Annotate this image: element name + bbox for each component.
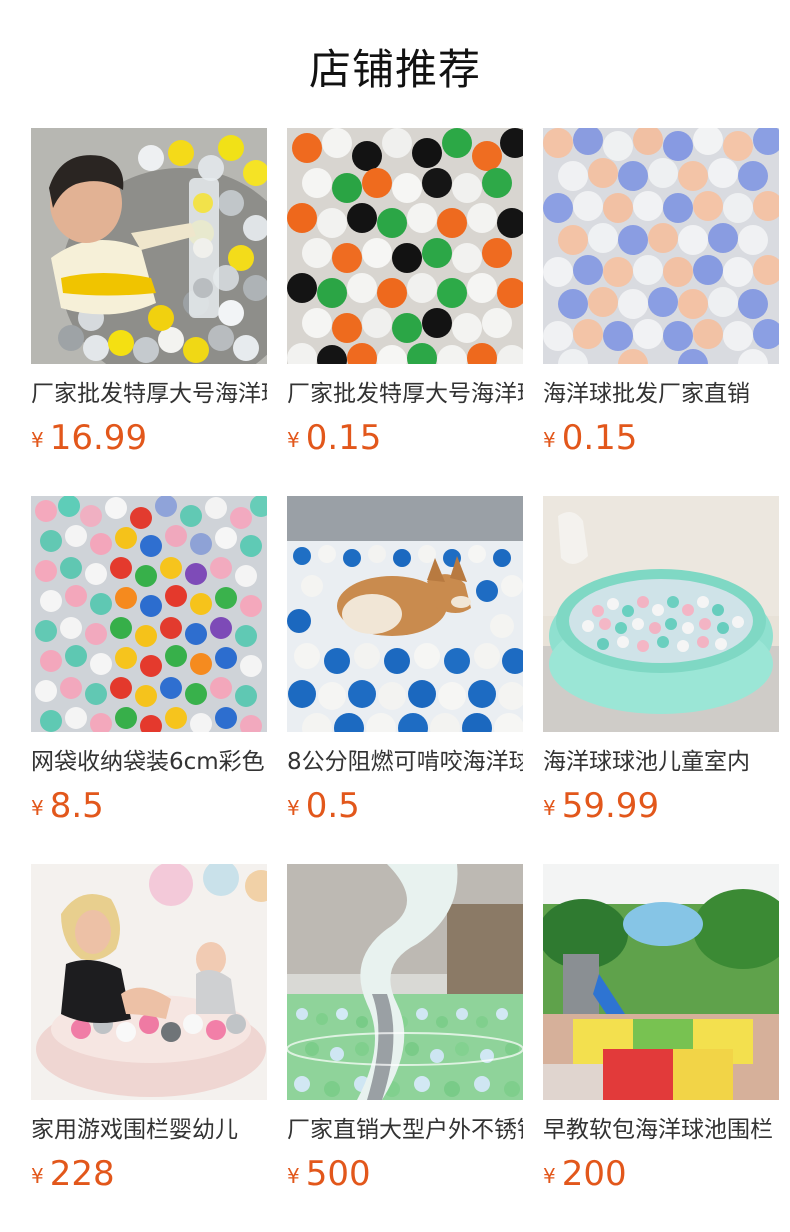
currency-symbol: ¥ (287, 796, 300, 820)
product-image[interactable] (543, 496, 779, 732)
product-price: ¥0.5 (287, 786, 360, 826)
product-card[interactable]: 8公分阻燃可啃咬海洋球 ¥0.5 (287, 496, 523, 836)
currency-symbol: ¥ (31, 796, 44, 820)
inflatable-ball-pool-image (543, 496, 779, 732)
product-image[interactable] (543, 128, 779, 364)
product-card[interactable]: 网袋收纳袋装6cm彩色 ¥8.5 (31, 496, 267, 836)
product-price: ¥59.99 (543, 786, 659, 826)
currency-symbol: ¥ (31, 428, 44, 452)
page-title: 店铺推荐 (308, 45, 481, 94)
product-name[interactable]: 8公分阻燃可啃咬海洋球 (287, 746, 523, 778)
product-name[interactable]: 海洋球批发厂家直销 (543, 378, 779, 410)
product-card[interactable]: 海洋球球池儿童室内 ¥59.99 (543, 496, 779, 836)
currency-symbol: ¥ (543, 796, 556, 820)
product-price: ¥228 (31, 1154, 115, 1194)
product-price: ¥500 (287, 1154, 371, 1194)
spiral-slide-ball-pit-image (287, 864, 523, 1100)
product-name[interactable]: 厂家批发特厚大号海洋球 (287, 378, 523, 410)
product-image[interactable] (31, 864, 267, 1100)
price-value: 500 (305, 1154, 371, 1194)
product-price: ¥0.15 (543, 418, 637, 458)
currency-symbol: ¥ (31, 1164, 44, 1188)
product-image[interactable] (31, 496, 267, 732)
product-price: ¥16.99 (31, 418, 147, 458)
product-image[interactable] (31, 128, 267, 364)
price-value: 16.99 (49, 418, 148, 458)
product-name[interactable]: 厂家批发特厚大号海洋球 (31, 378, 267, 410)
softplay-room-with-mural-image (543, 864, 779, 1100)
product-image[interactable] (287, 496, 523, 732)
price-value: 200 (561, 1154, 627, 1194)
dog-in-blue-white-balls-image (287, 496, 523, 732)
currency-symbol: ¥ (543, 1164, 556, 1188)
product-image[interactable] (543, 864, 779, 1100)
product-name[interactable]: 厂家直销大型户外不锈钢 (287, 1114, 523, 1146)
price-value: 228 (49, 1154, 115, 1194)
currency-symbol: ¥ (287, 1164, 300, 1188)
price-value: 0.5 (305, 786, 360, 826)
product-name[interactable]: 网袋收纳袋装6cm彩色 (31, 746, 267, 778)
orange-black-green-white-balls-image (287, 128, 523, 364)
product-name[interactable]: 家用游戏围栏婴幼儿 (31, 1114, 267, 1146)
product-image[interactable] (287, 128, 523, 364)
product-card[interactable]: 厂家批发特厚大号海洋球 ¥16.99 (31, 128, 267, 468)
currency-symbol: ¥ (543, 428, 556, 452)
pastel-blue-peach-white-balls-image (543, 128, 779, 364)
product-card[interactable]: 早教软包海洋球池围栏 ¥200 (543, 864, 779, 1204)
price-value: 0.15 (305, 418, 382, 458)
mother-baby-foam-ball-pit-image (31, 864, 267, 1100)
product-card[interactable]: 家用游戏围栏婴幼儿 ¥228 (31, 864, 267, 1204)
product-card[interactable]: 厂家直销大型户外不锈钢 ¥500 (287, 864, 523, 1204)
currency-symbol: ¥ (287, 428, 300, 452)
balls-in-mesh-bags-image (31, 496, 267, 732)
product-card[interactable]: 厂家批发特厚大号海洋球 ¥0.15 (287, 128, 523, 468)
product-price: ¥0.15 (287, 418, 381, 458)
price-value: 0.15 (561, 418, 638, 458)
product-image[interactable] (287, 864, 523, 1100)
price-value: 8.5 (49, 786, 104, 826)
child-in-ball-pit-image (31, 128, 267, 364)
product-price: ¥200 (543, 1154, 627, 1194)
price-value: 59.99 (561, 786, 660, 826)
product-price: ¥8.5 (31, 786, 104, 826)
product-name[interactable]: 早教软包海洋球池围栏 (543, 1114, 779, 1146)
product-card[interactable]: 海洋球批发厂家直销 ¥0.15 (543, 128, 779, 468)
product-name[interactable]: 海洋球球池儿童室内 (543, 746, 779, 778)
